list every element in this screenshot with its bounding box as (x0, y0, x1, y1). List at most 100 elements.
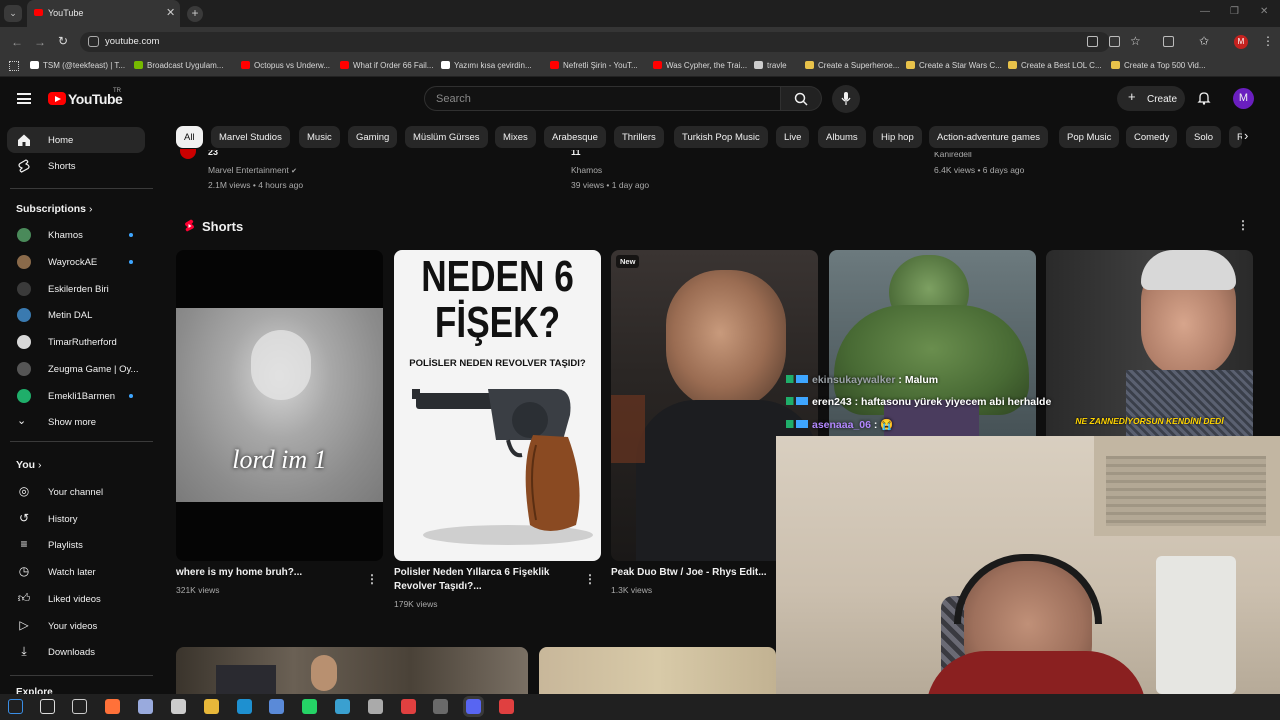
store-icon[interactable] (171, 699, 186, 714)
youtube-logo-icon[interactable] (48, 92, 66, 105)
voice-search-button[interactable] (832, 85, 860, 113)
sidebar-item-your-channel[interactable]: ◎ Your channel (7, 479, 145, 505)
chip-arabesque[interactable]: Arabesque (544, 126, 606, 148)
chrome-icon[interactable] (401, 699, 416, 714)
bookmark-item[interactable]: TSM (@teekfeast) | T... (30, 61, 125, 70)
firefox-icon[interactable] (105, 699, 120, 714)
site-info-icon[interactable] (88, 36, 99, 47)
apps-grid-icon[interactable] (9, 61, 19, 71)
browser-menu-icon[interactable]: ⋮ (1262, 34, 1274, 48)
notifications-bell-icon[interactable] (1197, 91, 1211, 105)
short-thumbnail[interactable]: NE ZANNEDİYORSUN KENDİNİ DEDİ (1046, 250, 1253, 436)
minimize-window-button[interactable]: — (1200, 6, 1210, 17)
video-thumbnail[interactable] (176, 647, 528, 694)
short-thumbnail[interactable]: NEDEN 6 FİŞEK? POLİSLER NEDEN REVOLVER T… (394, 250, 601, 561)
search-input[interactable]: Search (424, 86, 781, 111)
channel-avatar[interactable] (180, 149, 196, 159)
task-view-icon[interactable] (72, 699, 87, 714)
chip-hip-hop[interactable]: Hip hop (873, 126, 922, 148)
close-tab-icon[interactable]: ✕ (166, 6, 175, 19)
bookmark-item[interactable]: What if Order 66 Fail... (340, 61, 433, 70)
windows-icon[interactable] (8, 699, 23, 714)
search-button[interactable] (781, 86, 822, 111)
chrome-icon-2[interactable] (499, 699, 514, 714)
tab-search-button[interactable]: ⌄ (4, 5, 22, 22)
channel-name[interactable]: Khamos (571, 165, 602, 175)
sidebar-item-subscription[interactable]: TimarRutherford (7, 329, 145, 355)
search-icon[interactable] (40, 699, 55, 714)
maximize-window-button[interactable]: ❐ (1230, 6, 1239, 17)
obs-icon[interactable] (433, 699, 448, 714)
chip-pop-music[interactable]: Pop Music (1059, 126, 1120, 148)
sidebar-item-liked-videos[interactable]: 👍︎ Liked videos (7, 586, 145, 612)
chip-m-sl-m-g-rses[interactable]: Müslüm Gürses (405, 126, 488, 148)
bookmark-item[interactable]: Create a Best LOL C... (1008, 61, 1102, 70)
sidebar-item-watch-later[interactable]: ◷ Watch later (7, 559, 145, 585)
bookmark-item[interactable]: Octopus vs Underw... (241, 61, 330, 70)
translate-icon[interactable] (1087, 36, 1098, 47)
app-icon-2[interactable] (335, 699, 350, 714)
short-thumbnail[interactable]: lord im 1 (176, 250, 383, 561)
channel-name[interactable]: Kaniredell (934, 152, 972, 159)
chip-solo[interactable]: Solo (1186, 126, 1222, 148)
edge-icon[interactable] (237, 699, 252, 714)
video-thumbnail[interactable] (539, 647, 776, 694)
short-title[interactable]: Polisler Neden Yıllarca 6 Fişeklik Revol… (394, 566, 574, 594)
short-title[interactable]: Peak Duo Btw / Joe - Rhys Edit... (611, 566, 776, 580)
browser-profile-avatar[interactable]: M (1234, 35, 1248, 49)
create-button[interactable]: + Create (1117, 86, 1185, 111)
chip-r[interactable]: R (1229, 126, 1242, 148)
guide-menu-icon[interactable] (17, 93, 31, 104)
sidebar-item-home[interactable]: Home (7, 127, 145, 153)
sidebar-item-subscription[interactable]: Emekli1Barmen (7, 383, 145, 409)
subscriptions-heading[interactable]: Subscriptions › (16, 203, 92, 215)
bookmark-item[interactable]: Create a Star Wars C... (906, 61, 1002, 70)
sidebar-item-history[interactable]: ↺ History (7, 506, 145, 532)
address-bar[interactable]: youtube.com (80, 32, 1110, 52)
sidebar-item-your-videos[interactable]: ▷ Your videos (7, 613, 145, 639)
sidebar-item-subscription[interactable]: WayrockAE (7, 249, 145, 275)
back-button[interactable]: ← (11, 35, 23, 49)
sidebar-item-downloads[interactable]: ⤓ Downloads (7, 639, 145, 665)
browser-tab-youtube[interactable]: YouTube ✕ (27, 0, 180, 27)
chip-gaming[interactable]: Gaming (348, 126, 398, 148)
channel-name[interactable]: Marvel Entertainment ✔ (208, 165, 297, 175)
chip-mixes[interactable]: Mixes (495, 126, 536, 148)
bookmark-item[interactable]: Broadcast Uygulam... (134, 61, 223, 70)
chip-turkish-pop-music[interactable]: Turkish Pop Music (674, 126, 768, 148)
chip-albums[interactable]: Albums (818, 126, 866, 148)
chip-thrillers[interactable]: Thrillers (614, 126, 664, 148)
you-heading[interactable]: You › (16, 459, 41, 471)
app-icon[interactable] (269, 699, 284, 714)
short-menu-icon[interactable]: ⋮ (584, 572, 596, 586)
short-thumbnail[interactable] (829, 250, 1036, 436)
sidebar-item-subscription[interactable]: Khamos (7, 222, 145, 248)
forward-button[interactable]: → (34, 35, 46, 49)
folder-icon[interactable] (204, 699, 219, 714)
sidebar-item-playlists[interactable]: ≡ Playlists (7, 532, 145, 558)
sidebar-item-subscription[interactable]: Eskilerden Biri (7, 276, 145, 302)
bookmark-item[interactable]: travle (754, 61, 787, 70)
bookmark-item[interactable]: Create a Top 500 Vid... (1111, 61, 1206, 70)
sidebar-item-subscription[interactable]: Zeugma Game | Oy... (7, 356, 145, 382)
sidebar-item-shorts[interactable]: Shorts (7, 153, 145, 179)
bookmark-item[interactable]: Was Cypher, the Trai... (653, 61, 747, 70)
close-window-button[interactable]: ✕ (1260, 6, 1268, 17)
chip-all[interactable]: All (176, 126, 203, 148)
discord-icon[interactable] (466, 699, 481, 714)
short-menu-icon[interactable]: ⋮ (366, 572, 378, 586)
extensions-icon[interactable] (1163, 36, 1174, 47)
short-title[interactable]: where is my home bruh?... (176, 566, 356, 580)
chip-live[interactable]: Live (776, 126, 810, 148)
section-menu-icon[interactable]: ⋮ (1237, 218, 1249, 232)
bookmark-item[interactable]: Yazımı kısa çevirdin... (441, 61, 532, 70)
new-tab-button[interactable]: + (187, 6, 203, 22)
account-avatar[interactable]: M (1233, 88, 1254, 109)
bookmark-item[interactable]: Create a Superheroe... (805, 61, 899, 70)
steam-icon[interactable] (138, 699, 153, 714)
chip-comedy[interactable]: Comedy (1126, 126, 1178, 148)
reading-list-icon[interactable]: ✩ (1199, 34, 1209, 48)
chip-music[interactable]: Music (299, 126, 340, 148)
bookmark-item[interactable]: Nefretli Şirin - YouT... (550, 61, 638, 70)
chip-marvel-studios[interactable]: Marvel Studios (211, 126, 290, 148)
